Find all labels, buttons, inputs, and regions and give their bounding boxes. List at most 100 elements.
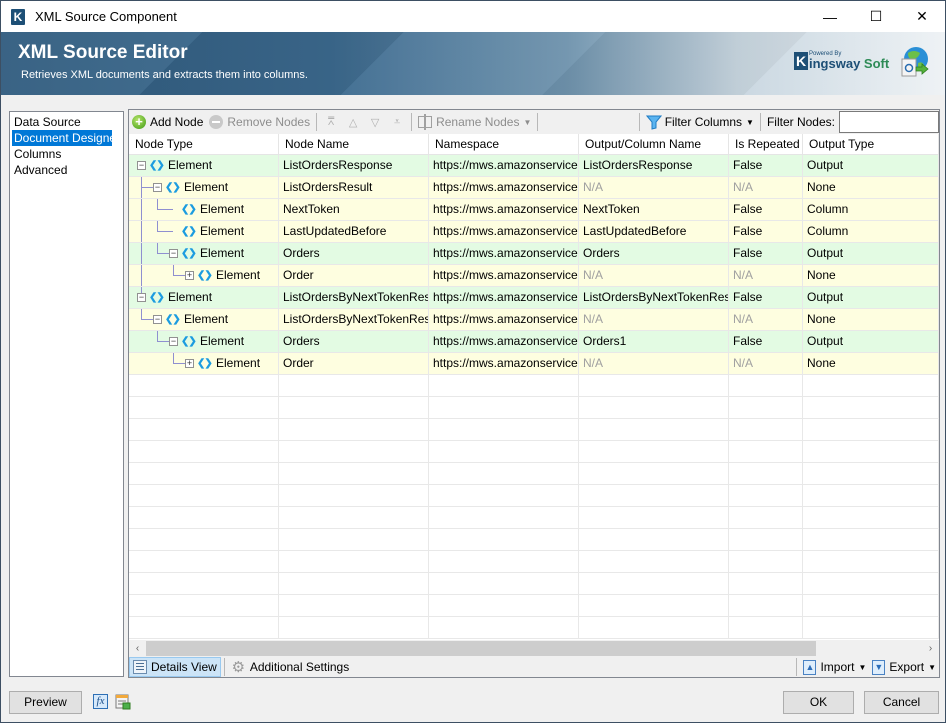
move-to-top-icon[interactable]: ⩞ bbox=[322, 115, 340, 129]
rename-nodes-dropdown[interactable]: Rename Nodes ▼ bbox=[415, 111, 534, 133]
variables-table-icon[interactable] bbox=[115, 694, 131, 710]
column-header-node-name[interactable]: Node Name bbox=[279, 134, 429, 155]
cell-node-type[interactable]: − ❮❯ Element bbox=[129, 177, 279, 198]
table-row[interactable]: ❮❯ Element NextToken https://mws.amazonserv… bbox=[129, 199, 939, 221]
cell-node-type[interactable]: − ❮❯ Element bbox=[129, 331, 279, 352]
details-view-button[interactable]: Details View bbox=[129, 657, 221, 677]
cell-is-repeated[interactable]: False bbox=[729, 243, 803, 264]
nav-item-advanced[interactable]: Advanced bbox=[10, 162, 123, 178]
cell-is-repeated[interactable]: False bbox=[729, 331, 803, 352]
cell-is-repeated[interactable]: N/A bbox=[729, 353, 803, 374]
cell-is-repeated[interactable]: N/A bbox=[729, 265, 803, 286]
cell-output-column-name[interactable]: ListOrdersResponse bbox=[579, 155, 729, 176]
expand-icon[interactable]: + bbox=[185, 359, 194, 368]
cell-node-type[interactable]: ❮❯ Element bbox=[129, 199, 279, 220]
cell-is-repeated[interactable]: False bbox=[729, 199, 803, 220]
cell-node-type[interactable]: − ❮❯ Element bbox=[129, 243, 279, 264]
cell-output-column-name[interactable]: LastUpdatedBefore bbox=[579, 221, 729, 242]
table-row[interactable]: − ❮❯ Element ListOrdersByNextTokenResult htt… bbox=[129, 309, 939, 331]
cell-output-type[interactable]: Column bbox=[803, 199, 939, 220]
scroll-right-icon[interactable]: › bbox=[922, 640, 939, 657]
cell-namespace[interactable]: https://mws.amazonservice... bbox=[429, 177, 579, 198]
column-header-output-type[interactable]: Output Type bbox=[803, 134, 939, 155]
nav-item-document-designer[interactable]: Document Designer bbox=[12, 130, 120, 146]
cell-output-column-name[interactable]: Orders bbox=[579, 243, 729, 264]
cell-namespace[interactable]: https://mws.amazonservice... bbox=[429, 221, 579, 242]
cell-namespace[interactable]: https://mws.amazonservice... bbox=[429, 331, 579, 352]
cell-node-name[interactable]: Order bbox=[279, 265, 429, 286]
column-header-node-type[interactable]: Node Type bbox=[129, 134, 279, 155]
cell-node-name[interactable]: ListOrdersResult bbox=[279, 177, 429, 198]
table-row[interactable]: − ❮❯ Element ListOrdersResult https://mws.am… bbox=[129, 177, 939, 199]
cell-node-name[interactable]: NextToken bbox=[279, 199, 429, 220]
cell-output-column-name[interactable]: Orders1 bbox=[579, 331, 729, 352]
ok-button[interactable]: OK bbox=[783, 691, 854, 714]
cell-output-column-name[interactable]: N/A bbox=[579, 353, 729, 374]
scroll-left-icon[interactable]: ‹ bbox=[129, 640, 146, 657]
cell-namespace[interactable]: https://mws.amazonservice... bbox=[429, 243, 579, 264]
horizontal-scrollbar[interactable]: ‹ › bbox=[129, 640, 939, 657]
table-row[interactable]: − ❮❯ Element ListOrdersResponse https://mws.… bbox=[129, 155, 939, 177]
cell-namespace[interactable]: https://mws.amazonservice... bbox=[429, 155, 579, 176]
nav-item-columns[interactable]: Columns bbox=[10, 146, 123, 162]
cell-namespace[interactable]: https://mws.amazonservice... bbox=[429, 287, 579, 308]
cell-is-repeated[interactable]: N/A bbox=[729, 177, 803, 198]
cell-output-column-name[interactable]: N/A bbox=[579, 177, 729, 198]
filter-nodes-input[interactable] bbox=[839, 111, 939, 133]
column-header-is-repeated[interactable]: Is Repeated bbox=[729, 134, 803, 155]
add-node-button[interactable]: + Add Node bbox=[129, 111, 206, 133]
collapse-icon[interactable]: − bbox=[153, 183, 162, 192]
close-button[interactable]: ✕ bbox=[899, 1, 945, 32]
cell-namespace[interactable]: https://mws.amazonservice... bbox=[429, 199, 579, 220]
cell-output-type[interactable]: None bbox=[803, 353, 939, 374]
cell-namespace[interactable]: https://mws.amazonservice... bbox=[429, 265, 579, 286]
cell-output-type[interactable]: Output bbox=[803, 243, 939, 264]
cell-node-name[interactable]: Orders bbox=[279, 243, 429, 264]
move-to-bottom-icon[interactable]: ⩡ bbox=[388, 115, 406, 129]
collapse-icon[interactable]: − bbox=[137, 161, 146, 170]
cell-node-type[interactable]: − ❮❯ Element bbox=[129, 155, 279, 176]
cell-output-column-name[interactable]: N/A bbox=[579, 265, 729, 286]
nav-item-data-source[interactable]: Data Source bbox=[10, 114, 123, 130]
cell-node-name[interactable]: ListOrdersResponse bbox=[279, 155, 429, 176]
cell-namespace[interactable]: https://mws.amazonservice... bbox=[429, 309, 579, 330]
cell-output-type[interactable]: Column bbox=[803, 221, 939, 242]
cell-node-type[interactable]: − ❮❯ Element bbox=[129, 287, 279, 308]
cell-output-type[interactable]: None bbox=[803, 265, 939, 286]
cell-node-name[interactable]: ListOrdersByNextTokenRes... bbox=[279, 287, 429, 308]
remove-nodes-button[interactable]: Remove Nodes bbox=[206, 111, 313, 133]
cell-output-type[interactable]: None bbox=[803, 309, 939, 330]
minimize-button[interactable]: — bbox=[807, 1, 853, 32]
column-header-namespace[interactable]: Namespace bbox=[429, 134, 579, 155]
table-row[interactable]: − ❮❯ Element Orders https://mws.amazonservic… bbox=[129, 331, 939, 353]
cell-is-repeated[interactable]: N/A bbox=[729, 309, 803, 330]
expression-fx-icon[interactable]: fx bbox=[93, 694, 108, 709]
cell-output-column-name[interactable]: N/A bbox=[579, 309, 729, 330]
collapse-icon[interactable]: − bbox=[169, 337, 178, 346]
table-row[interactable]: − ❮❯ Element Orders https://mws.amazonservic… bbox=[129, 243, 939, 265]
collapse-icon[interactable]: − bbox=[137, 293, 146, 302]
cell-node-name[interactable]: Orders bbox=[279, 331, 429, 352]
cell-is-repeated[interactable]: False bbox=[729, 221, 803, 242]
cancel-button[interactable]: Cancel bbox=[864, 691, 939, 714]
cell-output-column-name[interactable]: NextToken bbox=[579, 199, 729, 220]
cell-node-type[interactable]: − ❮❯ Element bbox=[129, 309, 279, 330]
cell-node-type[interactable]: + ❮❯ Element bbox=[129, 353, 279, 374]
scrollbar-thumb[interactable] bbox=[146, 641, 816, 656]
cell-output-type[interactable]: None bbox=[803, 177, 939, 198]
cell-is-repeated[interactable]: False bbox=[729, 287, 803, 308]
cell-output-type[interactable]: Output bbox=[803, 155, 939, 176]
move-up-icon[interactable]: △ bbox=[344, 115, 362, 129]
expand-icon[interactable]: + bbox=[185, 271, 194, 280]
cell-node-name[interactable]: LastUpdatedBefore bbox=[279, 221, 429, 242]
table-row[interactable]: + ❮❯ Element Order https://mws.amazonservice… bbox=[129, 265, 939, 287]
maximize-button[interactable]: ☐ bbox=[853, 1, 899, 32]
export-dropdown[interactable]: ▼ Export ▼ bbox=[869, 657, 939, 677]
cell-output-type[interactable]: Output bbox=[803, 287, 939, 308]
move-down-icon[interactable]: ▽ bbox=[366, 115, 384, 129]
cell-node-type[interactable]: ❮❯ Element bbox=[129, 221, 279, 242]
collapse-icon[interactable]: − bbox=[169, 249, 178, 258]
cell-is-repeated[interactable]: False bbox=[729, 155, 803, 176]
cell-node-type[interactable]: + ❮❯ Element bbox=[129, 265, 279, 286]
preview-button[interactable]: Preview bbox=[9, 691, 82, 714]
